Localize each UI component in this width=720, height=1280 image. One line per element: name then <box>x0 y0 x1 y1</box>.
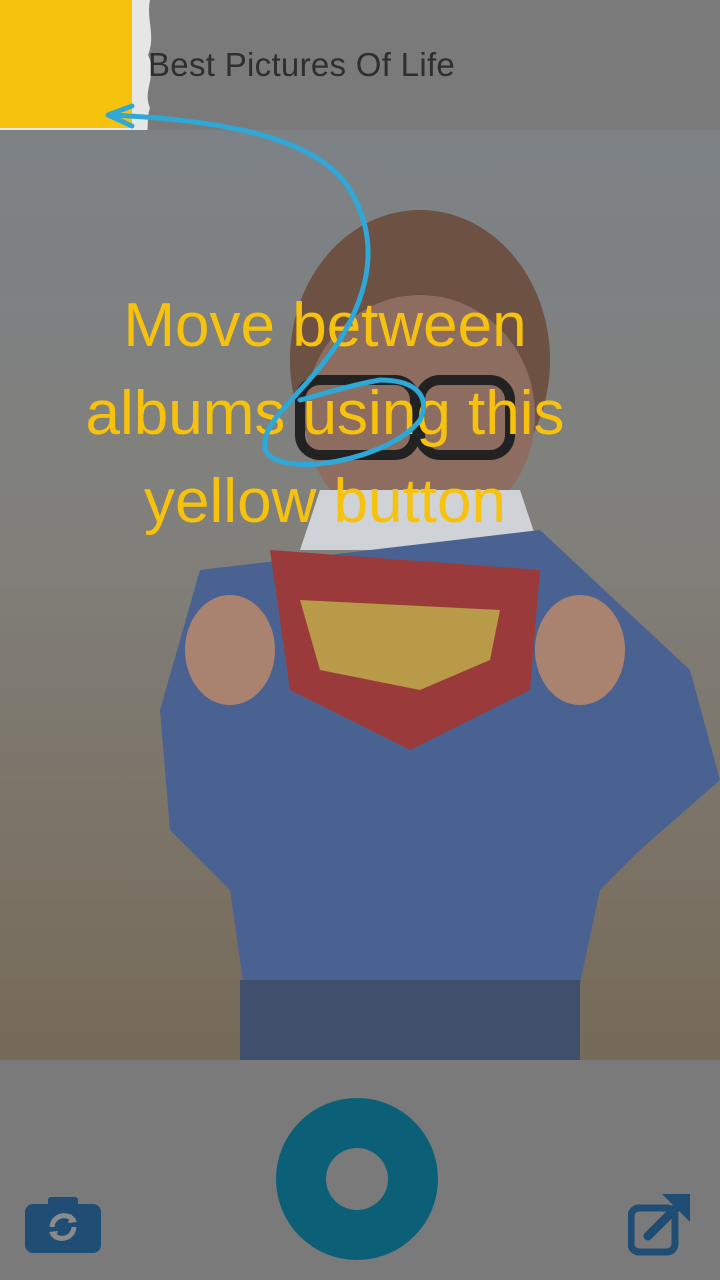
photo-image <box>0 130 720 1060</box>
photo-viewer[interactable] <box>0 130 720 1060</box>
coachmark-text: Move between albums using this yellow bu… <box>85 291 565 536</box>
external-share-icon[interactable] <box>628 1190 694 1256</box>
album-title: Best Pictures Of Life <box>148 46 456 83</box>
shutter-center <box>326 1148 388 1210</box>
shutter-button[interactable] <box>276 1098 438 1260</box>
album-switch-button[interactable] <box>0 0 132 128</box>
camera-refresh-icon[interactable] <box>24 1196 102 1254</box>
